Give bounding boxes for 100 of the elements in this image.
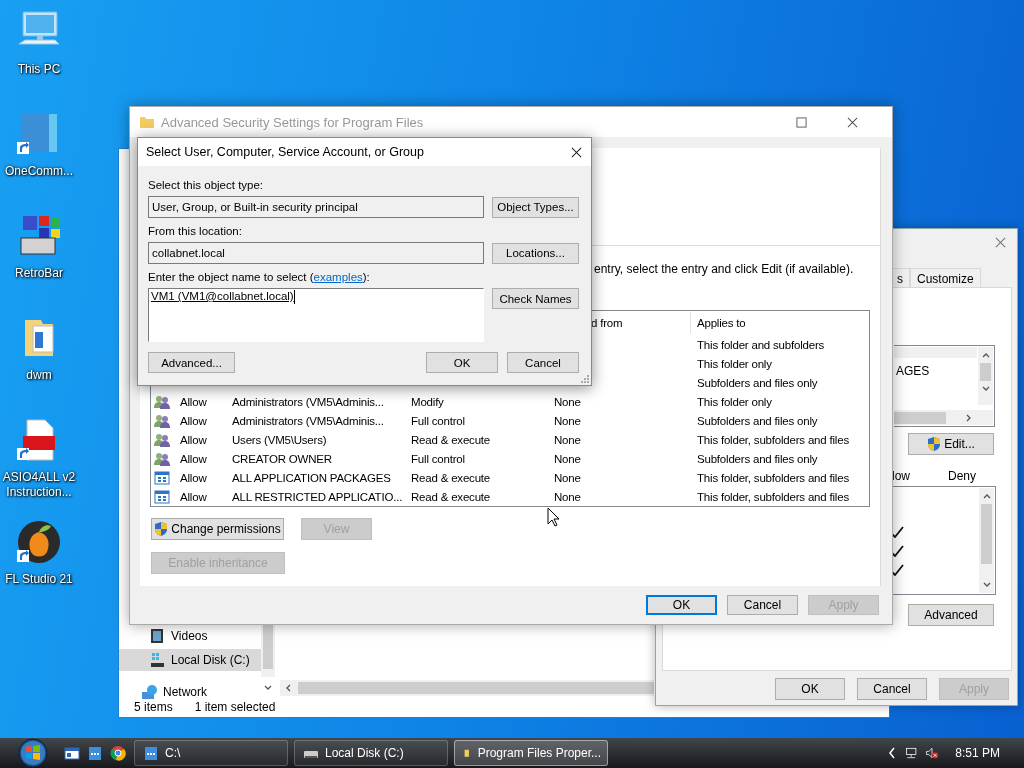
table-cell: Subfolders and files only	[697, 414, 818, 427]
clock[interactable]: 8:51 PM	[955, 746, 1000, 760]
table-cell: Subfolders and files only	[697, 452, 818, 465]
speaker-icon[interactable]	[925, 745, 940, 761]
user-group-icon	[154, 393, 170, 410]
network-icon[interactable]	[905, 745, 920, 761]
item-count: 5 items	[134, 700, 173, 714]
edit-button[interactable]: Edit...	[908, 433, 994, 455]
table-cell: Allow	[180, 471, 207, 484]
advanced-button[interactable]: Advanced...	[148, 352, 235, 373]
desktop-icon-label: dwm	[25, 368, 53, 383]
cancel-button[interactable]: Cancel	[727, 595, 798, 615]
table-cell: Modify	[411, 395, 444, 408]
advanced-button[interactable]: Advanced	[908, 604, 994, 626]
folder-icon	[139, 114, 155, 130]
table-cell: Full control	[411, 452, 465, 465]
table-cell: This folder, subfolders and files	[697, 471, 849, 484]
table-cell: Allow	[180, 452, 207, 465]
desktop-icon-label: FL Studio 21	[4, 572, 74, 587]
window-title: Advanced Security Settings for Program Files	[161, 114, 425, 130]
table-cell: None	[554, 452, 581, 465]
network-icon	[141, 684, 157, 700]
list-item[interactable]: AGES	[896, 364, 930, 378]
selection-status: 1 item selected	[194, 700, 276, 714]
desktop-icon-label: ASIO4ALL v2 Instruction...	[1, 470, 77, 500]
table-cell: ALL APPLICATION PACKAGES	[232, 471, 391, 484]
ok-button[interactable]: OK	[775, 678, 845, 700]
tab[interactable]: Customize	[910, 268, 981, 288]
column-header[interactable]: Applies to	[690, 312, 869, 334]
close-icon[interactable]	[571, 146, 582, 158]
field-label: Enter the object name to select (examples):	[148, 270, 371, 285]
instruction-text: entry, select the entry and click Edit (if available).	[594, 262, 855, 277]
resize-grip-icon[interactable]	[580, 374, 590, 384]
user-group-icon	[154, 412, 170, 429]
desktop-icon-label: OneComm...	[4, 164, 74, 179]
taskbar-button[interactable]: C:\	[134, 740, 288, 766]
user-group-icon	[154, 450, 170, 467]
table-cell: ALL RESTRICTED APPLICATIO...	[232, 490, 403, 503]
table-cell: This folder, subfolders and files	[697, 433, 849, 446]
file-manager-icon[interactable]	[87, 745, 103, 761]
table-cell: None	[554, 395, 581, 408]
object-types-button[interactable]: Object Types...	[492, 196, 579, 218]
object-type-field[interactable]: User, Group, or Built-in security principal	[148, 196, 484, 218]
desktop-icon-label: RetroBar	[14, 266, 64, 281]
drive-icon	[149, 652, 165, 668]
desktop-icon-label: This PC	[16, 62, 62, 77]
table-cell: Read & execute	[411, 490, 491, 503]
table-cell: Full control	[411, 414, 465, 427]
cancel-button[interactable]: Cancel	[507, 352, 579, 373]
dialog-title: Select User, Computer, Service Account, or Group	[146, 145, 425, 159]
table-cell: CREATOR OWNER	[232, 452, 332, 465]
nav-item[interactable]: Network	[119, 681, 261, 703]
table-cell: Allow	[180, 490, 207, 503]
horizontal-scrollbar[interactable]	[894, 410, 993, 425]
file-manager-icon	[143, 745, 159, 761]
app-package-icon	[154, 488, 170, 505]
nav-item[interactable]: Local Disk (C:)	[119, 649, 261, 671]
start-button[interactable]	[18, 738, 48, 768]
column-header: low	[892, 469, 910, 483]
location-field[interactable]: collabnet.local	[148, 242, 484, 264]
locations-button[interactable]: Locations...	[492, 242, 579, 264]
table-cell: Read & execute	[411, 433, 491, 446]
app-package-icon	[154, 469, 170, 486]
maximize-icon[interactable]	[796, 116, 807, 128]
close-icon[interactable]	[847, 116, 858, 128]
table-cell: Allow	[180, 433, 207, 446]
examples-link[interactable]: examples	[313, 271, 363, 283]
table-cell: Read & execute	[411, 471, 491, 484]
ok-button[interactable]: OK	[426, 352, 498, 373]
table-cell: This folder and subfolders	[697, 338, 825, 351]
field-label: Select this object type:	[148, 178, 265, 193]
scrollbar[interactable]	[978, 347, 993, 405]
pointer-icon	[547, 507, 559, 527]
table-cell: None	[554, 433, 581, 446]
object-name-field[interactable]: VM1 (VM1@collabnet.local)	[148, 288, 484, 342]
user-group-icon	[154, 431, 170, 448]
table-cell: Administrators (VM5\Adminis...	[232, 395, 384, 408]
field-label: From this location:	[148, 224, 243, 239]
table-cell: This folder only	[697, 395, 772, 408]
browser-icon[interactable]	[110, 745, 126, 761]
table-cell: This folder only	[697, 357, 772, 370]
column-header: Deny	[948, 469, 976, 483]
window-icon[interactable]	[64, 745, 80, 761]
nav-item[interactable]: Videos	[119, 625, 261, 647]
table-cell: None	[554, 471, 581, 484]
cancel-button[interactable]: Cancel	[857, 678, 927, 700]
change-permissions-button[interactable]: Change permissions	[151, 518, 284, 540]
check-names-button[interactable]: Check Names	[492, 288, 579, 309]
ok-button[interactable]: OK	[646, 595, 717, 615]
taskbar-button[interactable]: Local Disk (C:)	[294, 740, 448, 766]
table-cell: Allow	[180, 395, 207, 408]
shield-icon	[927, 436, 942, 452]
shield-icon	[154, 521, 169, 537]
horizontal-scrollbar[interactable]	[280, 680, 654, 696]
table-cell: Subfolders and files only	[697, 376, 818, 389]
table-cell: None	[554, 490, 581, 503]
scrollbar[interactable]	[979, 488, 994, 593]
table-cell: This folder, subfolders and files	[697, 490, 849, 503]
taskbar-button[interactable]: Program Files Proper...	[454, 740, 608, 766]
fruit-icon[interactable]	[15, 518, 63, 566]
